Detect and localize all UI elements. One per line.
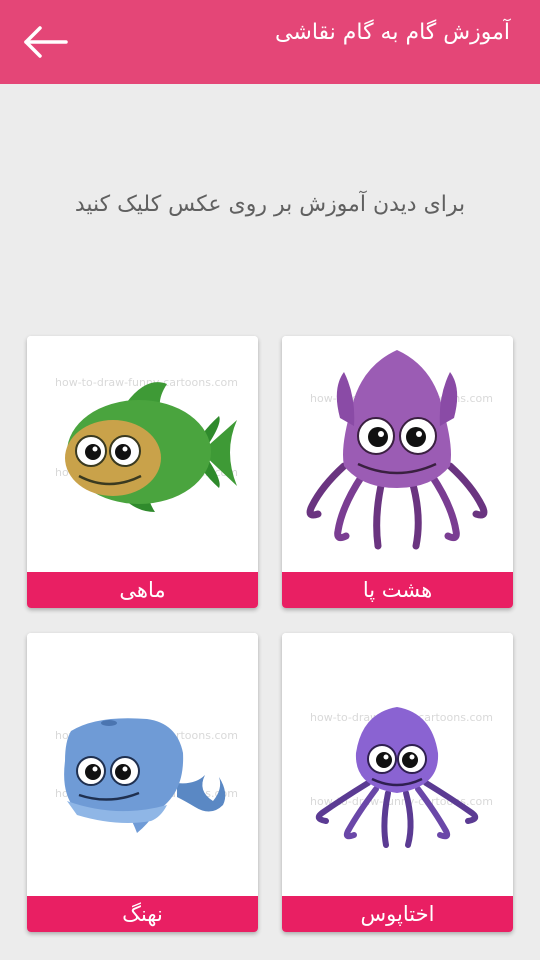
- instruction-text: برای دیدن آموزش بر روی عکس کلیک کنید: [74, 192, 466, 217]
- card-label: ماهی: [27, 572, 258, 608]
- card-squid[interactable]: how-to-draw-funny-cartoons.com هشت پا: [282, 336, 513, 608]
- card-label: نهنگ: [27, 896, 258, 932]
- card-fish[interactable]: how-to-draw-funny-cartoons.com how-to-dr…: [27, 336, 258, 608]
- card-label: اختاپوس: [282, 896, 513, 932]
- octopus-image: how-to-draw-funny-cartoons.com how-to-dr…: [282, 633, 513, 896]
- whale-image: how-to-draw-funny-cartoons.com how-to-dr…: [27, 633, 258, 896]
- app-bar: آموزش گام به گام نقاشی: [0, 0, 540, 84]
- app-title: آموزش گام به گام نقاشی: [275, 20, 510, 45]
- card-octopus[interactable]: how-to-draw-funny-cartoons.com how-to-dr…: [282, 633, 513, 932]
- squid-image: how-to-draw-funny-cartoons.com: [282, 336, 513, 572]
- card-whale[interactable]: how-to-draw-funny-cartoons.com how-to-dr…: [27, 633, 258, 932]
- card-label: هشت پا: [282, 572, 513, 608]
- fish-image: how-to-draw-funny-cartoons.com how-to-dr…: [27, 336, 258, 572]
- arrow-left-icon: [24, 26, 68, 58]
- back-button[interactable]: [18, 22, 74, 62]
